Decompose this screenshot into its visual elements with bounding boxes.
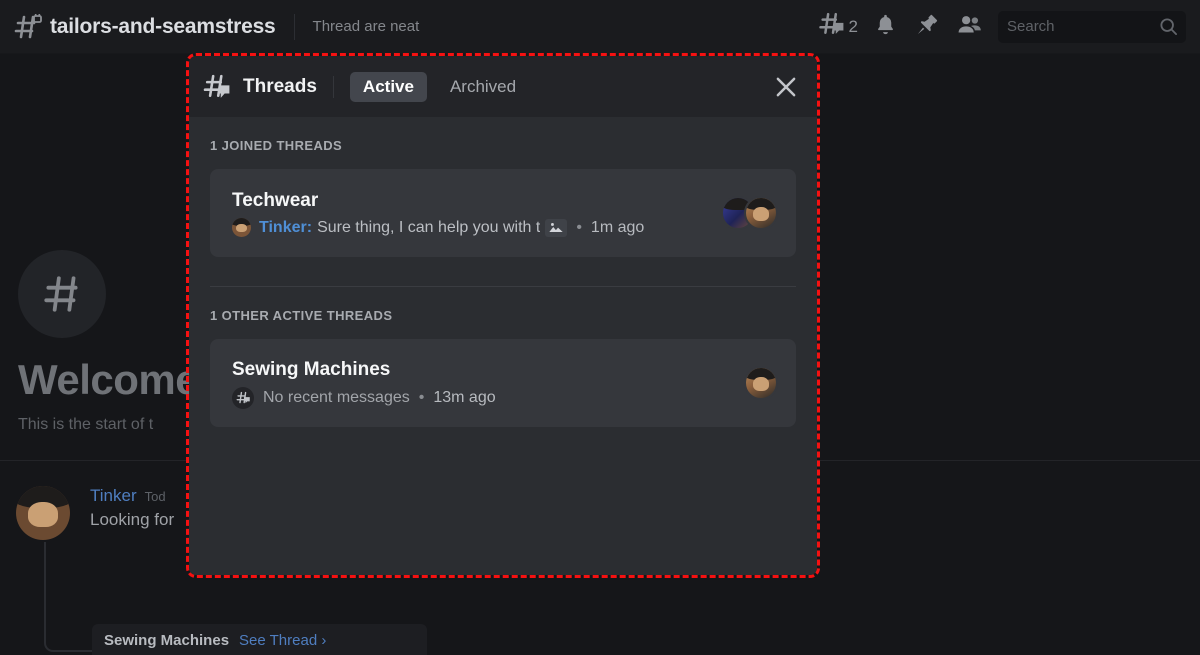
thread-title: Sewing Machines — [232, 358, 391, 380]
thread-embed-header: Sewing Machines See Thread › — [104, 632, 415, 649]
member-avatar — [232, 218, 251, 237]
close-icon[interactable] — [773, 74, 799, 100]
members-icon — [957, 13, 982, 41]
thread-list-item[interactable]: Sewing Machines No recent messages • 13m… — [210, 339, 796, 427]
pinned-messages-button[interactable] — [906, 9, 948, 45]
thread-list-item[interactable]: Techwear Tinker: Sure thing, I can help … — [210, 169, 796, 257]
thread-embed[interactable]: Sewing Machines See Thread › There are n… — [92, 624, 427, 655]
threads-modal: Threads Active Archived 1 JOINED THREADS… — [189, 56, 817, 575]
participant-avatar — [744, 196, 778, 230]
section-label-joined: 1 JOINED THREADS — [210, 138, 343, 153]
participant-avatar — [744, 366, 778, 400]
tab-archived[interactable]: Archived — [437, 72, 529, 102]
modal-header-divider — [332, 75, 334, 98]
hash-lock-icon — [14, 11, 44, 40]
threads-count: 2 — [848, 16, 858, 36]
search-placeholder: Search — [1007, 18, 1055, 35]
thread-title: Techwear — [232, 190, 319, 211]
discord-app-window: tailors-and-seamstress Thread are neat 2 — [0, 0, 1200, 655]
preview-separator: • — [576, 218, 582, 236]
image-icon — [545, 218, 568, 237]
threads-button[interactable]: 2 — [815, 9, 864, 45]
message-header: Tinker Tod — [90, 486, 174, 506]
preview-time: 13m ago — [433, 388, 496, 406]
threads-icon — [818, 12, 846, 41]
thread-preview-row: No recent messages • 13m ago — [232, 386, 732, 409]
message-timestamp: Tod — [144, 489, 166, 504]
thread-participants — [721, 196, 778, 230]
threads-modal-title: Threads — [243, 75, 317, 97]
thread-item-main: Techwear Tinker: Sure thing, I can help … — [232, 189, 709, 237]
avatar-shape-hand — [27, 502, 59, 528]
tab-active[interactable]: Active — [349, 71, 427, 102]
welcome-subtitle: This is the start of t — [18, 416, 154, 433]
avatar-shape-hand — [752, 377, 770, 391]
avatar-shape-hand — [752, 207, 770, 221]
preview-text: Sure thing, I can help you with t — [317, 218, 541, 236]
pin-icon — [916, 13, 939, 41]
search-icon — [1159, 17, 1178, 36]
thread-participants — [744, 366, 778, 400]
threads-modal-header: Threads Active Archived — [189, 56, 817, 117]
section-label-other-active: 1 OTHER ACTIVE THREADS — [210, 308, 393, 323]
channel-topic[interactable]: Thread are neat — [313, 18, 420, 35]
bell-icon — [874, 13, 897, 41]
header-actions: 2 Search — [815, 9, 1186, 45]
member-list-button[interactable] — [948, 9, 990, 45]
threads-modal-body: 1 JOINED THREADS Techwear Tinker: Sure t… — [189, 117, 817, 575]
preview-text: No recent messages — [263, 388, 410, 406]
thread-preview-row: Tinker: Sure thing, I can help you with … — [232, 218, 709, 237]
message-text: Looking for — [90, 510, 175, 529]
header-divider — [293, 13, 295, 40]
preview-separator: • — [418, 388, 425, 406]
notifications-button[interactable] — [864, 9, 906, 45]
avatar-shape-hand — [236, 223, 247, 233]
avatar[interactable] — [16, 486, 70, 540]
preview-author: Tinker: — [259, 218, 313, 236]
channel-header: tailors-and-seamstress Thread are neat 2 — [0, 0, 1200, 54]
message-content: Tinker Tod Looking for — [90, 486, 174, 540]
thread-item-main: Sewing Machines No recent messages • 13m… — [232, 358, 732, 409]
message-author[interactable]: Tinker — [90, 486, 137, 506]
threads-icon — [203, 74, 232, 100]
channel-welcome-block: Welcome This is the start of t — [18, 250, 199, 434]
thread-embed-name[interactable]: Sewing Machines — [104, 632, 229, 649]
thread-connector-line — [44, 542, 94, 652]
hash-icon — [18, 250, 106, 338]
welcome-title: Welcome — [18, 356, 199, 403]
hash-badge-icon — [232, 386, 254, 409]
search-input[interactable]: Search — [998, 10, 1186, 43]
see-thread-link[interactable]: See Thread › — [239, 632, 326, 649]
preview-time: 1m ago — [590, 218, 645, 236]
channel-name[interactable]: tailors-and-seamstress — [50, 15, 276, 39]
